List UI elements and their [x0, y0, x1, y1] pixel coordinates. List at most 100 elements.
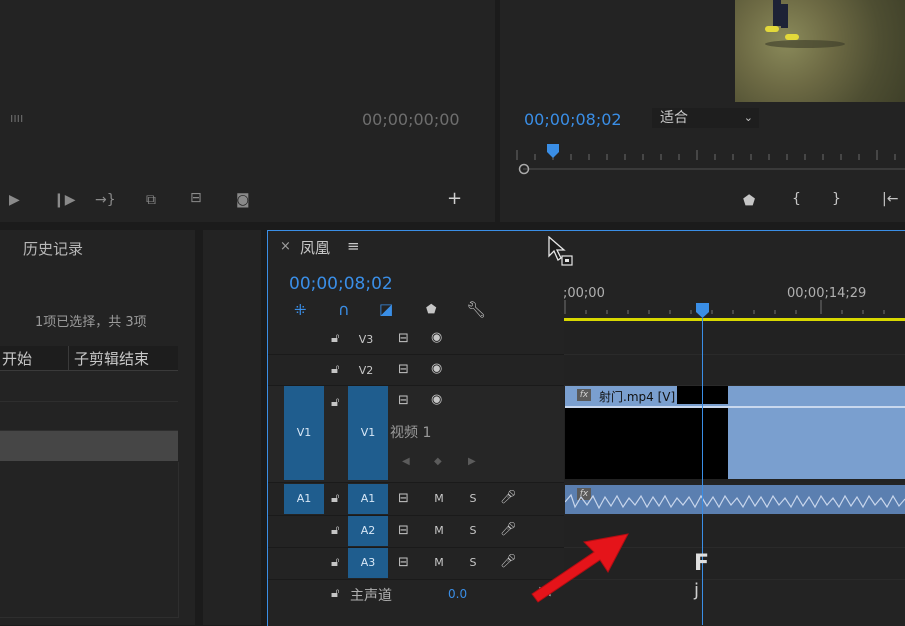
wrench-icon[interactable]: 🔧︎: [466, 300, 486, 319]
mark-out-icon[interactable]: }: [832, 190, 841, 208]
microphone-icon[interactable]: 🎤︎: [500, 554, 517, 569]
track-v1-header: V1 🔓︎ V1 ⊟ ◉ 视频 1 ◀ ◆ ▶: [268, 386, 564, 483]
track-a2-header: 🔓︎ A2 ⊟ M S 🎤︎: [268, 516, 564, 548]
audio-waveform: [565, 493, 905, 510]
source-timecode: 00;00;00;00: [362, 110, 460, 129]
column-headers: 开始 子剪辑结束: [0, 346, 178, 371]
track-target-a1[interactable]: A1: [348, 484, 388, 514]
solo-button[interactable]: S: [466, 492, 480, 505]
toggle-sync-icon[interactable]: ⊟: [398, 523, 409, 538]
add-marker-icon[interactable]: ⬟: [743, 192, 755, 210]
fit-select-value: 适合: [660, 110, 688, 126]
add-button-icon[interactable]: +: [447, 190, 462, 208]
audio-waveform-icon[interactable]: ıııı: [10, 111, 23, 125]
track-label-v2: V2: [358, 364, 374, 377]
list-item-selected[interactable]: [0, 431, 178, 461]
track-v2-header: 🔓︎ V2 ⊟ ◉: [268, 355, 564, 386]
go-to-in-icon[interactable]: |←: [882, 190, 898, 208]
sequence-tab[interactable]: 凤凰: [300, 237, 330, 258]
linked-selection-icon[interactable]: ◪: [379, 300, 393, 318]
timeline-timecode[interactable]: 00;00;08;02: [289, 274, 393, 294]
toggle-sync-icon[interactable]: ⊟: [398, 491, 409, 506]
solo-button[interactable]: S: [466, 524, 480, 537]
close-icon[interactable]: ×: [280, 239, 291, 254]
eye-icon[interactable]: ◉: [431, 361, 442, 376]
clip-name: 射门.mp4 [V]: [599, 390, 676, 404]
mute-button[interactable]: M: [432, 556, 446, 569]
track-target-a3[interactable]: A3: [348, 548, 388, 578]
play-icon[interactable]: ▶: [9, 191, 20, 209]
playhead-line: [702, 318, 703, 625]
track-a1-header: A1 🔓︎ A1 ⊟ M S 🎤︎: [268, 484, 564, 516]
fx-badge[interactable]: fx: [577, 389, 591, 401]
lock-icon[interactable]: 🔓︎: [331, 395, 339, 410]
video-clip[interactable]: fx 射门.mp4 [V]: [565, 386, 905, 479]
lock-icon[interactable]: 🔓︎: [331, 362, 339, 377]
col-start[interactable]: 开始: [2, 348, 32, 369]
track-a3-header: 🔓︎ A3 ⊟ M S 🎤︎: [268, 548, 564, 580]
ruler-start: ;00;00: [563, 286, 605, 301]
menu-icon[interactable]: ≡: [347, 237, 360, 255]
cursor-ibeam-icon: F: [694, 551, 710, 576]
snap-nest-icon[interactable]: ⁜: [294, 301, 307, 319]
program-ruler[interactable]: [515, 144, 905, 180]
source-patch-a1[interactable]: A1: [284, 484, 324, 514]
col-subclip-end[interactable]: 子剪辑结束: [74, 348, 149, 369]
program-timecode: 00;00;08;02: [524, 110, 622, 129]
lock-icon[interactable]: 🔓︎: [331, 586, 339, 601]
toggle-sync-icon[interactable]: ⊟: [398, 555, 409, 570]
toggle-sync-icon[interactable]: ⊟: [398, 331, 409, 346]
project-panel: 历史记录 1项已选择，共 3项 开始 子剪辑结束: [0, 230, 195, 625]
source-patch-v1[interactable]: V1: [284, 386, 324, 480]
step-forward-icon[interactable]: ❙▶: [53, 191, 76, 209]
work-area-bar: [564, 318, 905, 321]
track-lane-v2[interactable]: [564, 355, 905, 386]
mute-button[interactable]: M: [432, 492, 446, 505]
track-target-a2[interactable]: A2: [348, 516, 388, 546]
history-tab[interactable]: 历史记录: [23, 238, 83, 259]
audio-clip[interactable]: fx: [565, 485, 905, 514]
fit-select[interactable]: 适合 ⌄: [652, 108, 759, 128]
lock-icon[interactable]: 🔓︎: [331, 491, 339, 506]
camera-icon[interactable]: ◙: [236, 191, 250, 209]
microphone-icon[interactable]: 🎤︎: [500, 490, 517, 505]
lock-icon[interactable]: 🔓︎: [331, 331, 339, 346]
add-marker-icon[interactable]: ⬟: [426, 302, 436, 316]
prev-keyframe-icon[interactable]: ◀: [402, 456, 410, 467]
mark-in-icon[interactable]: {: [792, 190, 801, 208]
eye-icon[interactable]: ◉: [431, 392, 442, 407]
master-label: 主声道: [350, 588, 392, 604]
track-name-v1: 视频 1: [390, 425, 432, 441]
selection-info: 1项已选择，共 3项: [35, 315, 147, 330]
next-keyframe-icon[interactable]: ▶: [468, 456, 476, 467]
toggle-sync-icon[interactable]: ⊟: [398, 362, 409, 377]
insert-icon[interactable]: ⧉: [146, 191, 156, 209]
clip-thumbnail: [565, 408, 728, 479]
go-to-out-icon[interactable]: →}: [95, 191, 116, 209]
master-volume[interactable]: 0.0: [448, 587, 467, 601]
timeline-ruler[interactable]: [564, 300, 905, 324]
video-preview: [735, 0, 905, 102]
playhead-marker: [547, 144, 559, 158]
mute-button[interactable]: M: [432, 524, 446, 537]
list-item[interactable]: [0, 402, 178, 431]
eye-icon[interactable]: ◉: [431, 330, 442, 345]
add-keyframe-icon[interactable]: ◆: [434, 456, 442, 467]
snap-magnet-icon[interactable]: ∩: [338, 300, 350, 319]
ruler-mid: 00;00;14;29: [787, 286, 867, 301]
lock-icon[interactable]: 🔓︎: [331, 523, 339, 538]
toggle-sync-icon[interactable]: ⊟: [398, 393, 409, 408]
microphone-icon[interactable]: 🎤︎: [500, 522, 517, 537]
solo-button[interactable]: S: [466, 556, 480, 569]
tools-panel: ➤ ⇢ ⇆ ◆ |↔| ✒ ✋ T: [203, 230, 447, 625]
track-label-v3: V3: [358, 333, 374, 346]
track-target-v1[interactable]: V1: [348, 386, 388, 480]
overwrite-icon[interactable]: ⊟: [190, 189, 202, 207]
track-lane-v3[interactable]: [564, 324, 905, 355]
program-monitor: 00;00;08;02 适合 ⌄ ⬟ { } |←: [500, 0, 905, 222]
annotation-arrow: [531, 533, 629, 603]
list-item[interactable]: [0, 371, 178, 402]
chevron-down-icon: ⌄: [743, 111, 753, 124]
mouse-cursor-icon: [548, 236, 573, 266]
lock-icon[interactable]: 🔓︎: [331, 555, 339, 570]
